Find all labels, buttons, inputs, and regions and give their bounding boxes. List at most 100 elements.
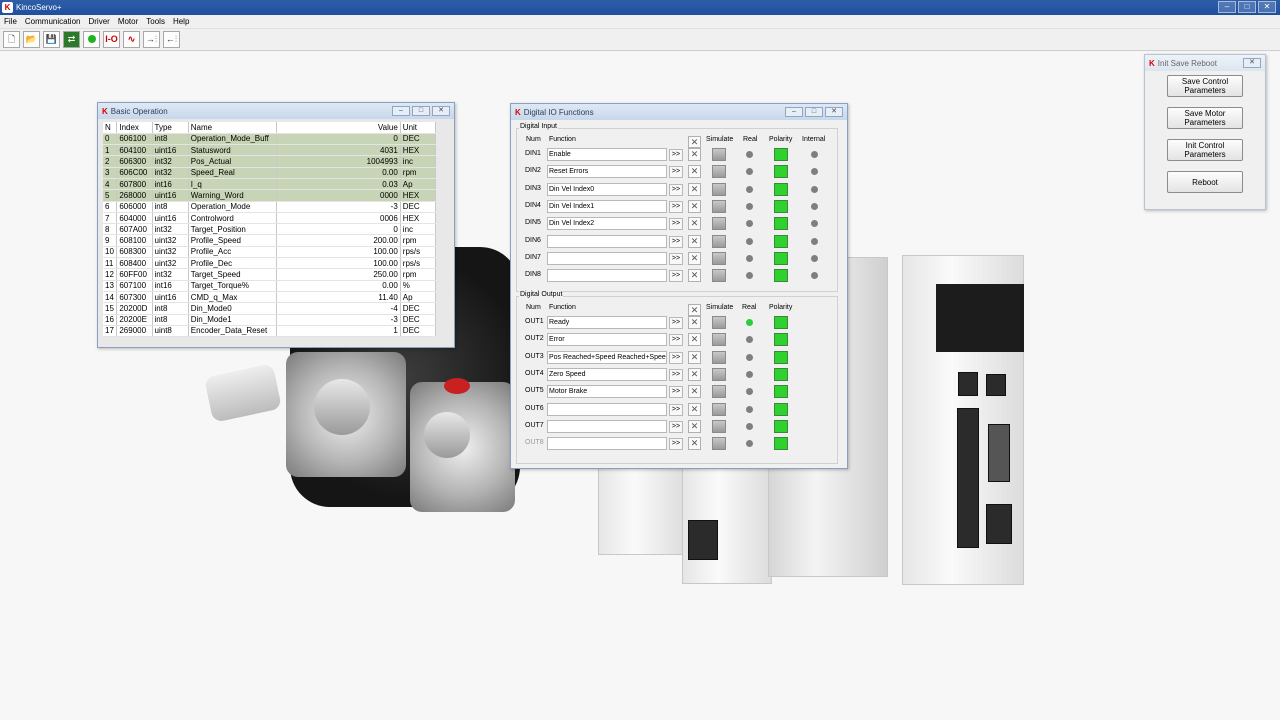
function-field[interactable] bbox=[547, 419, 667, 433]
simulate-toggle[interactable] bbox=[712, 217, 726, 231]
simulate-toggle[interactable] bbox=[712, 385, 726, 399]
column-header-type[interactable]: Type bbox=[152, 122, 189, 134]
polarity-toggle[interactable] bbox=[774, 269, 788, 283]
polarity-toggle[interactable] bbox=[774, 333, 788, 347]
polarity-toggle[interactable] bbox=[774, 437, 788, 451]
save-motor-parameters-button[interactable]: Save Motor Parameters bbox=[1167, 107, 1243, 129]
column-header-value[interactable]: Value bbox=[276, 122, 401, 134]
polarity-toggle[interactable] bbox=[774, 217, 788, 231]
restore-icon[interactable]: □ bbox=[805, 107, 823, 117]
close-icon[interactable]: ✕ bbox=[432, 106, 450, 116]
simulate-toggle[interactable] bbox=[712, 419, 726, 433]
function-select-button[interactable]: >> bbox=[669, 351, 683, 364]
new-icon[interactable]: 🗋 bbox=[3, 31, 20, 48]
polarity-toggle[interactable] bbox=[774, 165, 788, 179]
table-row[interactable]: 15 20200D int8 Din_Mode0 -4 DEC bbox=[103, 302, 437, 315]
menu-tools[interactable]: Tools bbox=[146, 17, 165, 26]
column-header-unit[interactable]: Unit bbox=[400, 122, 437, 134]
table-row[interactable]: 4 607800 int16 I_q 0.03 Ap bbox=[103, 178, 437, 191]
function-field[interactable] bbox=[547, 251, 667, 265]
function-select-button[interactable]: >> bbox=[669, 166, 683, 179]
maximize-icon[interactable]: □ bbox=[1238, 1, 1256, 13]
clear-button[interactable]: ✕ bbox=[688, 437, 701, 451]
polarity-toggle[interactable] bbox=[774, 182, 788, 196]
save-icon[interactable]: 💾 bbox=[43, 31, 60, 48]
polarity-toggle[interactable] bbox=[774, 316, 788, 329]
close-icon[interactable]: ✕ bbox=[825, 107, 843, 117]
connect-icon[interactable]: ⇄ bbox=[63, 31, 80, 48]
basic-operation-titlebar[interactable]: K Basic Operation – □ ✕ bbox=[98, 103, 454, 119]
function-field[interactable] bbox=[547, 402, 667, 416]
download-icon[interactable]: →⫶ bbox=[143, 31, 160, 48]
minimize-icon[interactable]: – bbox=[1218, 1, 1236, 13]
function-select-button[interactable]: >> bbox=[669, 270, 683, 283]
clear-button[interactable]: ✕ bbox=[688, 419, 701, 433]
simulate-toggle[interactable] bbox=[712, 182, 726, 196]
cell-value[interactable]: 0.00 bbox=[276, 167, 401, 179]
cell-value[interactable]: -3 bbox=[276, 314, 401, 326]
cell-value[interactable]: 0.00 bbox=[276, 280, 401, 292]
menu-motor[interactable]: Motor bbox=[118, 17, 138, 26]
upload-icon[interactable]: ←⫶ bbox=[163, 31, 180, 48]
cell-value[interactable]: -3 bbox=[276, 201, 401, 213]
table-row[interactable]: 0 606100 int8 Operation_Mode_Buff 0 DEC bbox=[103, 133, 437, 146]
function-field[interactable] bbox=[547, 234, 667, 248]
open-folder-icon[interactable]: 📂 bbox=[23, 31, 40, 48]
polarity-toggle[interactable] bbox=[774, 367, 788, 381]
table-row[interactable]: 16 20200E int8 Din_Mode1 -3 DEC bbox=[103, 314, 437, 326]
save-control-parameters-button[interactable]: Save Control Parameters bbox=[1167, 75, 1243, 97]
simulate-toggle[interactable] bbox=[712, 199, 726, 213]
polarity-toggle[interactable] bbox=[774, 402, 788, 416]
function-select-button[interactable]: >> bbox=[669, 149, 683, 161]
clear-button[interactable]: ✕ bbox=[688, 333, 701, 347]
cell-value[interactable]: 0.03 bbox=[276, 178, 401, 191]
table-row[interactable]: 2 606300 int32 Pos_Actual 1004993 inc bbox=[103, 155, 437, 168]
column-header-n[interactable]: N bbox=[103, 122, 118, 134]
function-field[interactable]: Din Vel Index0 bbox=[547, 182, 667, 196]
clear-button[interactable]: ✕ bbox=[688, 199, 701, 213]
function-field[interactable]: Ready bbox=[547, 316, 667, 329]
clear-button[interactable]: ✕ bbox=[688, 217, 701, 231]
menu-help[interactable]: Help bbox=[173, 17, 189, 26]
function-field[interactable]: Motor Brake bbox=[547, 385, 667, 399]
scope-icon[interactable]: ∿ bbox=[123, 31, 140, 48]
polarity-toggle[interactable] bbox=[774, 251, 788, 265]
table-row[interactable]: 8 607A00 int32 Target_Position 0 inc bbox=[103, 223, 437, 236]
clear-button[interactable]: ✕ bbox=[688, 316, 701, 329]
simulate-toggle[interactable] bbox=[712, 165, 726, 179]
cell-value[interactable]: 0006 bbox=[276, 212, 401, 225]
cell-value[interactable]: 100.00 bbox=[276, 257, 401, 270]
function-select-button[interactable]: >> bbox=[669, 334, 683, 347]
cell-value[interactable]: 0 bbox=[276, 133, 401, 146]
function-select-button[interactable]: >> bbox=[669, 403, 683, 416]
table-row[interactable]: 10 608300 uint32 Profile_Acc 100.00 rps/s bbox=[103, 246, 437, 259]
cell-value[interactable]: 200.00 bbox=[276, 234, 401, 247]
function-field[interactable]: Enable bbox=[547, 148, 667, 161]
simulate-toggle[interactable] bbox=[712, 437, 726, 451]
menu-file[interactable]: File bbox=[4, 17, 17, 26]
clear-button[interactable]: ✕ bbox=[688, 350, 701, 364]
digital-io-titlebar[interactable]: K Digital IO Functions – □ ✕ bbox=[511, 104, 847, 120]
menu-driver[interactable]: Driver bbox=[88, 17, 109, 26]
simulate-toggle[interactable] bbox=[712, 234, 726, 248]
table-row[interactable]: 13 607100 int16 Target_Torque% 0.00% bbox=[103, 280, 437, 292]
cell-value[interactable]: 100.00 bbox=[276, 246, 401, 259]
init-save-reboot-titlebar[interactable]: K Init Save Reboot ✕ bbox=[1145, 55, 1265, 71]
function-select-button[interactable]: >> bbox=[669, 218, 683, 231]
column-header-index[interactable]: Index bbox=[116, 122, 153, 134]
function-field[interactable]: Pos Reached+Speed Reached+Speed bbox=[547, 350, 667, 364]
simulate-toggle[interactable] bbox=[712, 316, 726, 329]
function-select-button[interactable]: >> bbox=[669, 317, 683, 329]
cell-value[interactable]: 11.40 bbox=[276, 291, 401, 304]
table-row[interactable]: 3 606C00 int32 Speed_Real 0.00 rpm bbox=[103, 167, 437, 179]
simulate-toggle[interactable] bbox=[712, 350, 726, 364]
function-select-button[interactable]: >> bbox=[669, 200, 683, 213]
table-row[interactable]: 17 269000 uint8 Encoder_Data_Reset 1 DEC bbox=[103, 325, 437, 338]
polarity-toggle[interactable] bbox=[774, 199, 788, 213]
cell-value[interactable]: 0000 bbox=[276, 189, 401, 202]
reboot-button[interactable]: Reboot bbox=[1167, 171, 1243, 193]
table-row[interactable]: 14 607300 uint16 CMD_q_Max 11.40 Ap bbox=[103, 291, 437, 304]
io-icon[interactable]: I-O bbox=[103, 31, 120, 48]
function-select-button[interactable]: >> bbox=[669, 420, 683, 433]
function-field[interactable]: Error bbox=[547, 333, 667, 347]
